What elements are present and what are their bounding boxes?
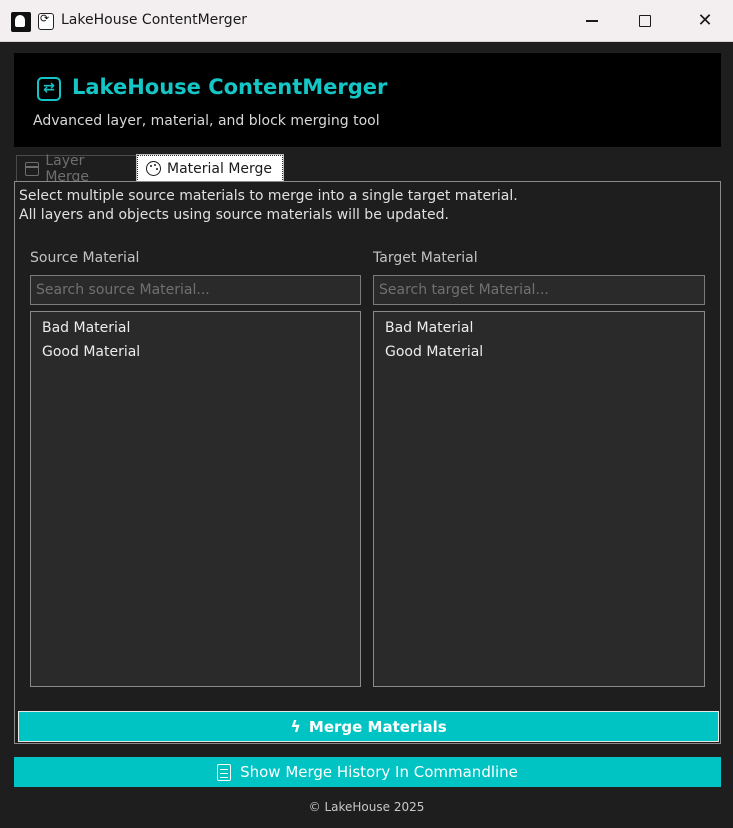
tab-material-merge[interactable]: Material Merge <box>136 154 284 183</box>
merge-refresh-icon: ⇄ <box>37 77 61 101</box>
minimize-icon <box>586 20 598 22</box>
history-button-label: Show Merge History In Commandline <box>240 763 518 781</box>
window-title: LakeHouse ContentMerger <box>61 12 248 28</box>
clipboard-icon <box>217 763 232 781</box>
description-line: All layers and objects using source mate… <box>19 207 449 223</box>
title-bar: LakeHouse ContentMerger ✕ <box>0 0 733 42</box>
source-material-label: Source Material <box>30 250 140 266</box>
header-title: LakeHouse ContentMerger <box>72 75 388 99</box>
tab-label: Material Merge <box>167 160 273 177</box>
tab-layer-merge[interactable]: Layer Merge <box>16 153 137 185</box>
calendar-icon <box>25 162 40 176</box>
source-material-list[interactable]: Bad Material Good Material <box>30 311 361 687</box>
description-line: Select multiple source materials to merg… <box>19 188 518 204</box>
target-material-label: Target Material <box>373 250 478 266</box>
merge-button-label: Merge Materials <box>308 717 447 736</box>
close-button[interactable]: ✕ <box>680 0 730 42</box>
list-item[interactable]: Good Material <box>385 340 693 364</box>
header-subtitle: Advanced layer, material, and block merg… <box>33 113 380 129</box>
target-search-input[interactable] <box>373 275 705 305</box>
source-search-input[interactable] <box>30 275 361 305</box>
list-item[interactable]: Bad Material <box>42 316 349 340</box>
minimize-button[interactable] <box>567 0 617 42</box>
maximize-icon <box>639 15 651 27</box>
app-logo-icon <box>11 12 31 32</box>
maximize-button[interactable] <box>620 0 670 42</box>
document-icon <box>38 12 54 30</box>
target-material-list[interactable]: Bad Material Good Material <box>373 311 705 687</box>
list-item[interactable]: Good Material <box>42 340 349 364</box>
list-item[interactable]: Bad Material <box>385 316 693 340</box>
palette-icon <box>146 161 161 176</box>
show-merge-history-button[interactable]: Show Merge History In Commandline <box>14 757 721 787</box>
merge-materials-button[interactable]: ϟ Merge Materials <box>18 711 719 742</box>
footer-copyright: © LakeHouse 2025 <box>308 800 425 814</box>
material-merge-panel: Select multiple source materials to merg… <box>14 181 721 744</box>
lightning-bolt-icon: ϟ <box>290 717 301 736</box>
close-icon: ✕ <box>697 10 713 31</box>
header-banner: ⇄ LakeHouse ContentMerger Advanced layer… <box>14 53 721 147</box>
